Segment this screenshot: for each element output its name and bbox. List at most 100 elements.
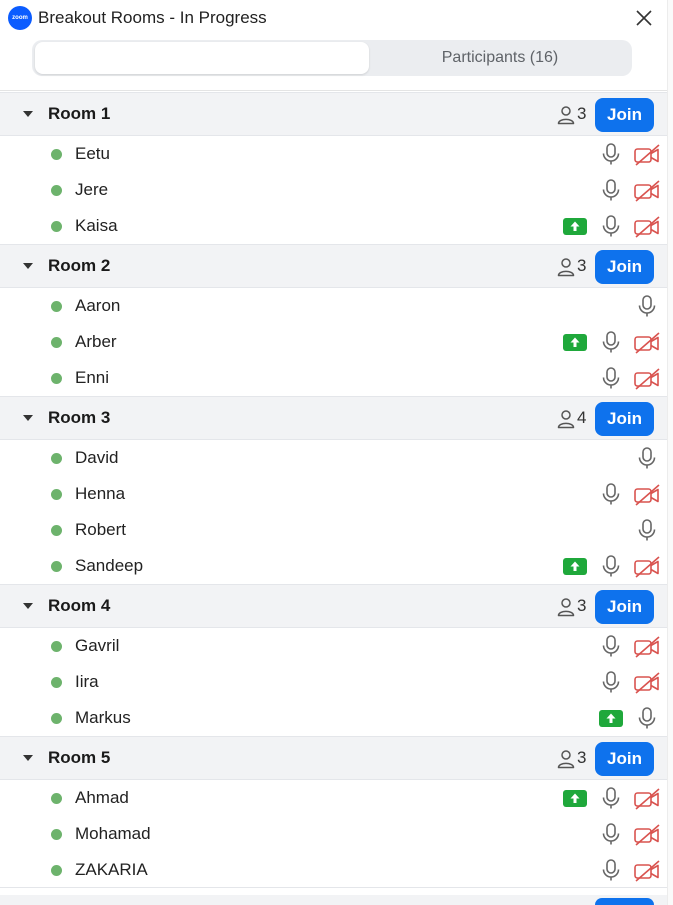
participant-name: Eetu bbox=[75, 144, 110, 163]
microphone-icon bbox=[600, 366, 622, 390]
participants-icon bbox=[557, 409, 575, 429]
video-off-icon bbox=[633, 367, 661, 391]
participant-name: Mohamad bbox=[75, 824, 151, 843]
room-name: Room 1 bbox=[48, 104, 111, 123]
participant-row[interactable]: David bbox=[0, 440, 667, 476]
online-status-dot bbox=[51, 337, 62, 348]
collapse-caret-icon[interactable] bbox=[23, 111, 33, 117]
participants-icon bbox=[557, 257, 575, 277]
microphone-icon bbox=[600, 330, 622, 354]
participant-name: Iira bbox=[75, 672, 99, 691]
room-name: Room 4 bbox=[48, 596, 111, 615]
participant-row[interactable]: Arber bbox=[0, 324, 667, 360]
participant-name: Enni bbox=[75, 368, 110, 387]
divider bbox=[0, 90, 673, 91]
window-edge bbox=[667, 0, 673, 905]
participant-row[interactable]: Kaisa bbox=[0, 208, 667, 244]
participant-name: Jere bbox=[75, 180, 109, 199]
video-off-icon bbox=[633, 215, 661, 239]
participant-row[interactable]: Henna bbox=[0, 476, 667, 512]
room-header[interactable]: Room 2 3 Join bbox=[0, 244, 667, 288]
video-off-icon bbox=[633, 483, 661, 507]
online-status-dot bbox=[51, 373, 62, 384]
breakout-rooms-window: zoom Breakout Rooms - In Progress Partic… bbox=[0, 0, 673, 905]
join-button[interactable]: Join bbox=[595, 402, 654, 436]
participant-name: David bbox=[75, 448, 119, 467]
participants-icon bbox=[557, 749, 575, 769]
room-header[interactable]: Room 1 3 Join bbox=[0, 92, 667, 136]
participant-row[interactable]: Jere bbox=[0, 172, 667, 208]
video-off-icon bbox=[633, 143, 661, 167]
participant-name: Gavril bbox=[75, 636, 120, 655]
room-header[interactable]: Room 3 4 Join bbox=[0, 396, 667, 440]
participant-row[interactable]: Markus bbox=[0, 700, 667, 736]
participant-row[interactable]: Ahmad bbox=[0, 780, 667, 816]
window-title: Breakout Rooms - In Progress bbox=[38, 8, 267, 27]
tab-participants[interactable]: Participants (16) bbox=[371, 42, 629, 74]
online-status-dot bbox=[51, 677, 62, 688]
online-status-dot bbox=[51, 713, 62, 724]
share-screen-icon bbox=[563, 558, 587, 575]
online-status-dot bbox=[51, 221, 62, 232]
microphone-icon bbox=[600, 178, 622, 202]
room-block: Room 1 3 Join Eetu Jere Kaisa bbox=[0, 92, 667, 244]
share-screen-icon bbox=[563, 334, 587, 351]
participant-row[interactable]: Enni bbox=[0, 360, 667, 396]
participant-row[interactable]: ZAKARIA bbox=[0, 852, 667, 888]
join-button[interactable]: Join bbox=[595, 590, 654, 624]
online-status-dot bbox=[51, 793, 62, 804]
participant-name: Kaisa bbox=[75, 216, 118, 235]
participant-row[interactable]: Robert bbox=[0, 512, 667, 548]
online-status-dot bbox=[51, 865, 62, 876]
microphone-icon bbox=[636, 294, 658, 318]
microphone-icon bbox=[600, 634, 622, 658]
online-status-dot bbox=[51, 149, 62, 160]
join-button[interactable]: Join bbox=[595, 742, 654, 776]
video-off-icon bbox=[633, 635, 661, 659]
room-block: Room 2 3 Join Aaron Arber Enni bbox=[0, 244, 667, 396]
participant-row[interactable]: Aaron bbox=[0, 288, 667, 324]
collapse-caret-icon[interactable] bbox=[23, 263, 33, 269]
close-icon[interactable] bbox=[632, 6, 656, 30]
microphone-icon bbox=[600, 822, 622, 846]
share-screen-icon bbox=[599, 710, 623, 727]
online-status-dot bbox=[51, 489, 62, 500]
collapse-caret-icon[interactable] bbox=[23, 603, 33, 609]
microphone-icon bbox=[600, 670, 622, 694]
participant-row[interactable]: Eetu bbox=[0, 136, 667, 172]
room-name: Room 5 bbox=[48, 748, 111, 767]
room-header[interactable]: Room 5 3 Join bbox=[0, 736, 667, 780]
participant-name: Robert bbox=[75, 520, 127, 539]
participant-row[interactable]: Sandeep bbox=[0, 548, 667, 584]
video-off-icon bbox=[633, 823, 661, 847]
microphone-icon bbox=[600, 554, 622, 578]
participant-row[interactable]: Mohamad bbox=[0, 816, 667, 852]
microphone-icon bbox=[600, 786, 622, 810]
room-header[interactable]: Room 4 3 Join bbox=[0, 584, 667, 628]
tab-rooms[interactable] bbox=[35, 42, 369, 74]
video-off-icon bbox=[633, 787, 661, 811]
participant-name: Aaron bbox=[75, 296, 121, 315]
participant-row[interactable]: Gavril bbox=[0, 628, 667, 664]
microphone-icon bbox=[600, 858, 622, 882]
participants-icon bbox=[557, 105, 575, 125]
join-button[interactable]: Join bbox=[595, 98, 654, 132]
collapse-caret-icon[interactable] bbox=[23, 415, 33, 421]
join-button-partial[interactable] bbox=[595, 898, 654, 905]
participant-row[interactable]: Iira bbox=[0, 664, 667, 700]
microphone-icon bbox=[636, 446, 658, 470]
video-off-icon bbox=[633, 671, 661, 695]
room-participant-count: 3 bbox=[577, 596, 587, 615]
microphone-icon bbox=[600, 142, 622, 166]
zoom-logo: zoom bbox=[8, 6, 32, 30]
microphone-icon bbox=[636, 706, 658, 730]
join-button[interactable]: Join bbox=[595, 250, 654, 284]
online-status-dot bbox=[51, 525, 62, 536]
video-off-icon bbox=[633, 331, 661, 355]
room-list: Room 1 3 Join Eetu Jere Kaisa Room 2 3 Join Aaron… bbox=[0, 92, 667, 888]
participant-name: Ahmad bbox=[75, 788, 129, 807]
participant-name: Sandeep bbox=[75, 556, 144, 575]
collapse-caret-icon[interactable] bbox=[23, 755, 33, 761]
next-room-header-partial bbox=[0, 895, 667, 905]
video-off-icon bbox=[633, 179, 661, 203]
